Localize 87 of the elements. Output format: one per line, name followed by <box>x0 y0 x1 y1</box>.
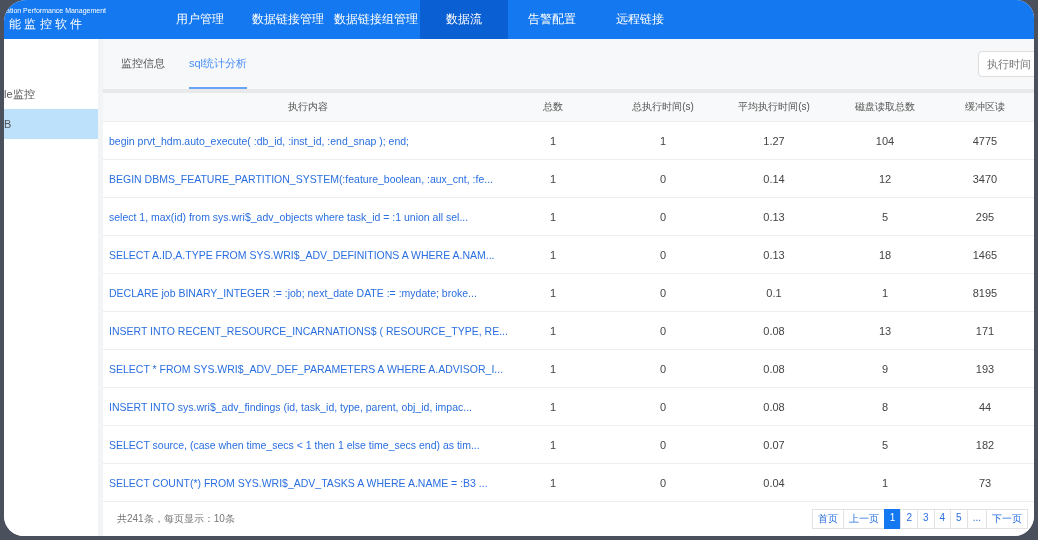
table-cell: 193 <box>975 362 995 375</box>
table-cell: 1 <box>659 134 667 147</box>
page-button[interactable]: 2 <box>900 509 918 529</box>
table-cell: 4775 <box>972 134 998 147</box>
table-cell: 1465 <box>972 248 998 261</box>
page-summary: 共241条，每页显示：10条 <box>117 512 235 526</box>
table-cell: 0 <box>659 172 667 185</box>
table-cell: 1 <box>549 324 557 337</box>
table-cell: 1 <box>549 438 557 451</box>
table-cell: 9 <box>881 362 889 375</box>
table-cell: 0.08 <box>763 362 785 375</box>
table-cell: 3470 <box>972 172 998 185</box>
sql-link[interactable]: BEGIN DBMS_FEATURE_PARTITION_SYSTEM(:feature_boolean, :aux_cnt, :fe... <box>109 172 493 185</box>
sql-link[interactable]: SELECT A.ID,A.TYPE FROM SYS.WRI$_ADV_DEFINITIONS A WHERE A.NAM... <box>109 248 495 261</box>
table-cell: 0.13 <box>763 210 785 223</box>
sql-link[interactable]: INSERT INTO RECENT_RESOURCE_INCARNATIONS$ ( RESOURCE_TYPE, RE... <box>109 324 508 337</box>
table-cell: 0.13 <box>763 248 785 261</box>
table-cell: 0 <box>659 362 667 375</box>
sql-link[interactable]: DECLARE job BINARY_INTEGER := :job; next_date DATE := :mydate; broke... <box>109 286 477 299</box>
table-cell: 0.07 <box>763 438 785 451</box>
table-cell: 0.1 <box>766 286 782 299</box>
table-cell: 0 <box>659 286 667 299</box>
table-cell: 0.14 <box>763 172 785 185</box>
table-cell: 0 <box>659 210 667 223</box>
nav-item[interactable]: 数据链接组管理 <box>332 0 420 39</box>
sql-link[interactable]: select 1, max(id) from sys.wri$_adv_objects where task_id = :1 union all sel... <box>109 210 469 223</box>
sql-link[interactable]: SELECT source, (case when time_secs < 1 then 1 else time_secs end) as tim... <box>109 438 480 451</box>
table-cell: 8 <box>881 400 889 413</box>
nav-item[interactable]: 远程链接 <box>596 0 684 39</box>
table-cell: 5 <box>881 210 889 223</box>
table-cell: 5 <box>881 438 889 451</box>
sql-link[interactable]: INSERT INTO sys.wri$_adv_findings (id, task_id, type, parent, obj_id, impac... <box>109 400 472 413</box>
column-header: 缓冲区读 <box>964 100 1006 114</box>
table-cell: 0 <box>659 400 667 413</box>
table-cell: 104 <box>875 134 895 147</box>
table-cell: 8195 <box>972 286 998 299</box>
table-cell: 1 <box>549 172 557 185</box>
table-cell: 1 <box>549 476 557 489</box>
table-cell: 1 <box>881 286 889 299</box>
table-cell: 0 <box>659 324 667 337</box>
column-header: 磁盘读取总数 <box>854 100 916 114</box>
page-button[interactable]: 下一页 <box>986 509 1028 529</box>
table-cell: 1 <box>881 476 889 489</box>
nav-item[interactable]: 告警配置 <box>508 0 596 39</box>
table-cell: 171 <box>975 324 995 337</box>
table-cell: 1 <box>549 286 557 299</box>
page-button[interactable]: 4 <box>933 509 952 529</box>
column-header: 平均执行时间(s) <box>737 100 811 114</box>
page-button[interactable]: ... <box>966 509 987 529</box>
nav-item[interactable]: 数据链接管理 <box>244 0 332 39</box>
table-cell: 0.04 <box>763 476 785 489</box>
table-cell: 73 <box>978 476 992 489</box>
tab[interactable]: sql统计分析 <box>189 39 248 89</box>
nav-item[interactable]: 用户管理 <box>156 0 244 39</box>
page-button[interactable]: 5 <box>950 509 968 529</box>
column-header: 执行内容 <box>287 100 329 114</box>
table-cell: 12 <box>878 172 892 185</box>
sql-link[interactable]: SELECT * FROM SYS.WRI$_ADV_DEF_PARAMETERS A WHERE A.ADVISOR_I... <box>109 362 504 375</box>
table-cell: 295 <box>975 210 995 223</box>
page-button[interactable]: 3 <box>916 509 935 529</box>
table-cell: 0 <box>659 476 667 489</box>
table-cell: 1 <box>549 134 557 147</box>
page-button[interactable]: 1 <box>883 509 902 529</box>
time-filter-field[interactable]: 执行时间 <box>978 51 1034 77</box>
column-header: 总数 <box>542 100 564 114</box>
table-cell: 44 <box>978 400 992 413</box>
logo-title: 能 监 控 软 件 <box>8 15 84 33</box>
table-cell: 0 <box>659 248 667 261</box>
table-cell: 1.27 <box>763 134 785 147</box>
table-cell: 0 <box>659 438 667 451</box>
table-cell: 1 <box>549 248 557 261</box>
table-cell: 18 <box>878 248 892 261</box>
sql-link[interactable]: begin prvt_hdm.auto_execute( :db_id, :inst_id, :end_snap ); end; <box>109 134 410 147</box>
table-cell: 1 <box>549 400 557 413</box>
column-header: 总执行时间(s) <box>631 100 695 114</box>
table-cell: 0.08 <box>763 324 785 337</box>
table-cell: 1 <box>549 362 557 375</box>
table-cell: 0.08 <box>763 400 785 413</box>
sql-link[interactable]: SELECT COUNT(*) FROM SYS.WRI$_ADV_TASKS A WHERE A.NAME = :B3 ... <box>109 476 488 489</box>
table-cell: 13 <box>878 324 892 337</box>
sidebar-item[interactable]: B <box>4 109 98 139</box>
nav-item[interactable]: 数据流 <box>420 0 508 39</box>
sidebar-item[interactable]: le监控 <box>4 79 98 109</box>
table-cell: 1 <box>549 210 557 223</box>
tab[interactable]: 监控信息 <box>121 39 165 89</box>
table-cell: 182 <box>975 438 995 451</box>
page-button[interactable]: 首页 <box>811 509 844 529</box>
